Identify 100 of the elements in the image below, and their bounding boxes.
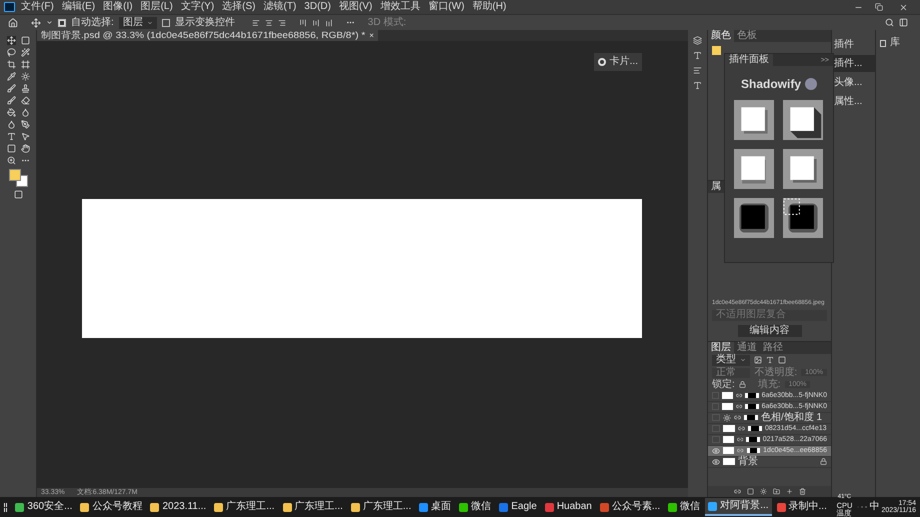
type-filter-icon[interactable] xyxy=(766,356,774,364)
brush-tool-icon[interactable] xyxy=(6,84,16,93)
workspace-icon[interactable] xyxy=(899,18,908,27)
foreground-color-swatch[interactable] xyxy=(712,46,721,55)
image-filter-icon[interactable] xyxy=(754,356,762,364)
panel-tab[interactable]: 属 xyxy=(708,181,724,193)
history-brush-icon[interactable] xyxy=(6,96,16,105)
library-button[interactable]: 库 xyxy=(880,38,900,48)
delete-icon[interactable] xyxy=(798,488,806,495)
align-left-icon[interactable] xyxy=(252,18,260,26)
glyph-icon[interactable] xyxy=(693,81,702,90)
shadow-preset-thumbnail[interactable] xyxy=(783,149,823,189)
collapsed-panel-button[interactable]: 插件... xyxy=(832,55,875,72)
menu-item[interactable]: 选择(S) xyxy=(220,2,258,12)
mask-icon[interactable] xyxy=(746,488,754,495)
eyedropper-icon[interactable] xyxy=(6,72,16,81)
panel-tab[interactable]: 通道 xyxy=(734,342,760,354)
align-center-icon[interactable] xyxy=(264,18,273,26)
lock-icon[interactable] xyxy=(738,381,746,388)
taskbar-item[interactable]: 2023.11... xyxy=(147,498,210,516)
layer-row[interactable]: 背景 xyxy=(708,456,831,468)
distribute-icon[interactable] xyxy=(298,18,307,26)
shape-filter-icon[interactable] xyxy=(778,356,786,364)
panel-tab[interactable]: 路径 xyxy=(760,342,786,354)
shape-tool-icon[interactable] xyxy=(6,144,16,153)
visibility-toggle[interactable] xyxy=(712,436,720,443)
new-layer-icon[interactable] xyxy=(786,488,792,495)
taskbar-item[interactable]: 360安全... xyxy=(12,498,76,516)
adjustment-layer-icon[interactable] xyxy=(760,488,766,495)
visibility-toggle[interactable] xyxy=(712,414,720,421)
taskbar-item[interactable]: 录制中... xyxy=(774,498,830,516)
frame-tool-icon[interactable] xyxy=(20,60,30,69)
shadow-preset-thumbnail[interactable] xyxy=(783,100,823,140)
shadow-preset-thumbnail[interactable] xyxy=(734,149,774,189)
restore-icon[interactable] xyxy=(875,3,883,11)
visibility-toggle[interactable] xyxy=(712,425,720,432)
menu-item[interactable]: 图像(I) xyxy=(101,2,135,12)
menu-item[interactable]: 文件(F) xyxy=(19,2,56,12)
search-icon[interactable] xyxy=(885,18,894,27)
quick-mask-icon[interactable] xyxy=(14,190,22,199)
move-tool-icon[interactable] xyxy=(6,36,16,45)
character-icon[interactable] xyxy=(693,51,702,60)
plugin-panel-tab[interactable]: 插件面板 xyxy=(725,54,773,66)
taskbar-item[interactable]: 对阿背景... xyxy=(705,498,772,516)
link-layers-icon[interactable] xyxy=(734,488,740,495)
taskbar-item[interactable]: Huaban xyxy=(542,498,595,516)
layer-row[interactable]: 色相/饱和度 1 xyxy=(708,412,831,424)
lasso-tool-icon[interactable] xyxy=(6,48,16,57)
taskbar-item[interactable]: 微信 xyxy=(456,498,494,516)
shadow-preset-thumbnail[interactable] xyxy=(783,198,823,238)
checkbox[interactable] xyxy=(162,18,170,26)
filter-dropdown[interactable]: 类型 xyxy=(712,354,750,366)
taskbar-item[interactable]: 广东理工... xyxy=(211,498,278,516)
taskbar-item[interactable]: 公众号素... xyxy=(596,498,664,516)
paragraph-icon[interactable] xyxy=(693,66,702,75)
move-tool-icon[interactable] xyxy=(31,18,41,28)
menu-item[interactable]: 文字(Y) xyxy=(178,2,216,12)
type-tool-icon[interactable] xyxy=(6,132,16,141)
align-right-icon[interactable] xyxy=(278,18,286,26)
taskbar-item[interactable]: 广东理工... xyxy=(348,498,414,516)
taskbar-item[interactable]: Eagle xyxy=(496,498,540,516)
auto-select-dropdown[interactable]: 图层 xyxy=(118,16,157,28)
collapsed-panel-button[interactable]: 属性... xyxy=(832,93,875,110)
edit-contents-button[interactable]: 编辑内容 xyxy=(738,324,802,336)
close-icon[interactable] xyxy=(899,2,908,12)
floating-popup[interactable]: 卡片... xyxy=(594,53,642,71)
menu-item[interactable]: 图层(L) xyxy=(138,2,175,12)
caret-icon[interactable] xyxy=(46,19,53,26)
menu-item[interactable]: 窗口(W) xyxy=(426,2,466,12)
taskbar-item[interactable]: 公众号教程 xyxy=(77,498,146,516)
panel-tab[interactable]: 色板 xyxy=(734,30,760,42)
hand-tool-icon[interactable] xyxy=(20,144,30,153)
menu-item[interactable]: 3D(D) xyxy=(302,2,333,12)
menu-item[interactable]: 视图(V) xyxy=(336,2,374,12)
menu-item[interactable]: 增效工具 xyxy=(378,2,422,12)
panel-tab[interactable]: 图层 xyxy=(708,342,734,354)
document-tab[interactable]: 制图背景.psd @ 33.3% (1dc0e45e86f75dc44b1671fbee68856, RGB/8*) * × xyxy=(37,30,378,41)
checkbox[interactable] xyxy=(58,18,66,26)
input-method[interactable]: 中 xyxy=(869,502,880,512)
menu-item[interactable]: 编辑(E) xyxy=(60,2,98,12)
distribute-icon[interactable] xyxy=(312,18,320,26)
tab-close-button[interactable]: × xyxy=(369,32,374,40)
collapsed-panel-button[interactable]: 插件 xyxy=(832,36,875,53)
menu-item[interactable]: 帮助(H) xyxy=(470,2,508,12)
collapsed-panel-button[interactable]: 头像... xyxy=(832,74,875,91)
marquee-tool-icon[interactable] xyxy=(20,36,30,45)
color-swatches[interactable] xyxy=(8,169,28,187)
stamp-tool-icon[interactable] xyxy=(20,84,30,93)
menu-item[interactable]: 滤镜(T) xyxy=(262,2,298,12)
eye-icon[interactable] xyxy=(712,447,720,454)
taskbar-item[interactable]: 广东理工... xyxy=(280,498,346,516)
eye-icon[interactable] xyxy=(712,458,720,465)
taskbar-item[interactable]: 桌面 xyxy=(416,498,454,516)
crop-tool-icon[interactable] xyxy=(6,60,16,69)
visibility-toggle[interactable] xyxy=(712,403,720,410)
blur-tool-icon[interactable] xyxy=(20,108,30,117)
home-icon[interactable] xyxy=(8,18,18,28)
panel-tab[interactable]: 颜色 xyxy=(708,30,734,42)
path-select-icon[interactable] xyxy=(20,132,30,141)
shadow-preset-thumbnail[interactable] xyxy=(734,100,774,140)
